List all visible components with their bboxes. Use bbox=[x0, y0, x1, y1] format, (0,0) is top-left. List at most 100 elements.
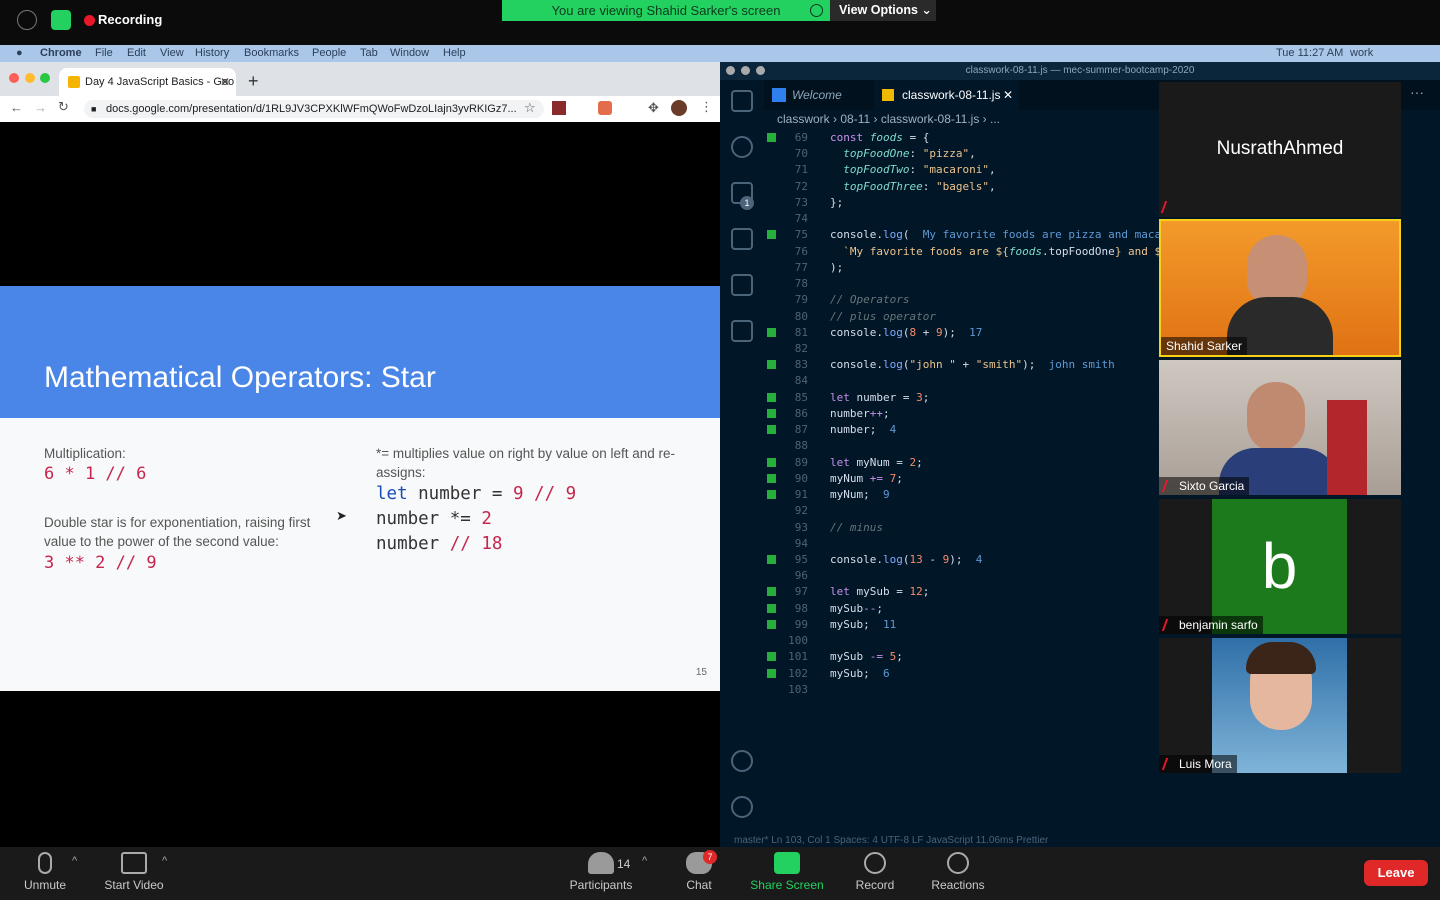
chat-button[interactable]: Chat bbox=[654, 852, 744, 892]
menu-help[interactable]: Help bbox=[443, 45, 466, 62]
tab-welcome[interactable]: Welcome bbox=[764, 80, 864, 110]
maximize-window-icon[interactable] bbox=[40, 73, 50, 83]
code-line[interactable]: 83 console.log("john " + "smith"); john s… bbox=[764, 357, 1224, 373]
code-line[interactable]: 90 myNum += 7; bbox=[764, 471, 1224, 487]
back-icon[interactable]: ← bbox=[10, 100, 23, 115]
participants-button[interactable]: Participants bbox=[556, 852, 646, 892]
participants-chevron-icon[interactable]: ^ bbox=[642, 855, 647, 867]
close-window-icon[interactable] bbox=[9, 73, 19, 83]
code-line[interactable]: 97 let mySub = 12; bbox=[764, 584, 1224, 600]
participant-tile-active-speaker[interactable]: Shahid Sarker bbox=[1159, 219, 1401, 357]
more-actions-icon[interactable]: ··· bbox=[1410, 84, 1424, 100]
code-line[interactable]: 92 bbox=[764, 503, 1224, 519]
code-line[interactable]: 98 mySub--; bbox=[764, 601, 1224, 617]
times-equals-code-3: number // 18 bbox=[376, 534, 503, 554]
new-tab-icon[interactable]: + bbox=[248, 71, 259, 92]
leave-button[interactable]: Leave bbox=[1364, 860, 1428, 886]
menu-edit[interactable]: Edit bbox=[127, 45, 146, 62]
chrome-menu-icon[interactable]: ⋮ bbox=[700, 99, 713, 115]
code-line[interactable]: 80// plus operator bbox=[764, 309, 1224, 325]
participant-tile[interactable]: Sixto Garcia bbox=[1159, 360, 1401, 495]
code-line[interactable]: 99 mySub; 11 bbox=[764, 617, 1224, 633]
close-window-icon[interactable] bbox=[726, 66, 735, 75]
extensions-icon[interactable] bbox=[731, 274, 753, 296]
code-line[interactable]: 101 mySub -= 5; bbox=[764, 649, 1224, 665]
profile-avatar[interactable] bbox=[671, 100, 687, 116]
extension-icon[interactable] bbox=[552, 101, 566, 115]
code-line[interactable]: 95 console.log(13 - 9); 4 bbox=[764, 552, 1224, 568]
code-line[interactable]: 77); bbox=[764, 260, 1224, 276]
code-line[interactable]: 100 bbox=[764, 633, 1224, 649]
code-line[interactable]: 88 bbox=[764, 438, 1224, 454]
code-line[interactable]: 76 `My favorite foods are ${foods.topFoo… bbox=[764, 244, 1224, 260]
menu-history[interactable]: History bbox=[195, 45, 229, 62]
breadcrumb-symbol[interactable]: ... bbox=[990, 112, 1000, 126]
breadcrumb-folder[interactable]: classwork bbox=[777, 112, 830, 126]
code-line[interactable]: 73}; bbox=[764, 195, 1224, 211]
address-bar[interactable]: ■ docs.google.com/presentation/d/1RL9JV3… bbox=[84, 100, 544, 118]
testing-icon[interactable] bbox=[731, 320, 753, 342]
code-line[interactable]: 82 bbox=[764, 341, 1224, 357]
code-line[interactable]: 102 mySub; 6 bbox=[764, 666, 1224, 682]
reactions-button[interactable]: Reactions bbox=[913, 852, 1003, 892]
forward-icon[interactable]: → bbox=[34, 100, 47, 115]
run-debug-icon[interactable] bbox=[731, 228, 753, 250]
bookmark-star-icon[interactable]: ☆ bbox=[524, 100, 536, 116]
breadcrumb-file[interactable]: classwork-08-11.js bbox=[881, 112, 979, 126]
close-tab-icon[interactable]: ✕ bbox=[220, 68, 230, 96]
menubar-user[interactable]: work bbox=[1350, 45, 1373, 62]
menu-tab[interactable]: Tab bbox=[360, 45, 378, 62]
code-line[interactable]: 75 console.log( My favorite foods are piz… bbox=[764, 227, 1224, 243]
video-options-chevron-icon[interactable]: ^ bbox=[162, 855, 167, 867]
extensions-puzzle-icon[interactable]: ✥ bbox=[648, 100, 659, 116]
share-screen-button[interactable]: Share Screen bbox=[742, 852, 832, 892]
search-icon[interactable] bbox=[731, 136, 753, 158]
code-line[interactable]: 79// Operators bbox=[764, 292, 1224, 308]
info-icon[interactable] bbox=[17, 10, 37, 30]
stop-viewing-icon[interactable] bbox=[810, 4, 823, 17]
close-tab-icon[interactable]: ✕ bbox=[1003, 80, 1013, 110]
minimize-window-icon[interactable] bbox=[741, 66, 750, 75]
code-line[interactable]: 96 bbox=[764, 568, 1224, 584]
breadcrumb-subfolder[interactable]: 08-11 bbox=[840, 112, 870, 126]
code-line[interactable]: 69 const foods = { bbox=[764, 130, 1224, 146]
browser-tab[interactable]: Day 4 JavaScript Basics - Goo ✕ bbox=[59, 68, 236, 96]
menu-bookmarks[interactable]: Bookmarks bbox=[244, 45, 299, 62]
apple-icon[interactable]: ● bbox=[16, 45, 23, 62]
code-line[interactable]: 72 topFoodThree: "bagels", bbox=[764, 179, 1224, 195]
code-line[interactable]: 89 let myNum = 2; bbox=[764, 455, 1224, 471]
menu-window[interactable]: Window bbox=[390, 45, 429, 62]
code-line[interactable]: 85 let number = 3; bbox=[764, 390, 1224, 406]
code-line[interactable]: 103 bbox=[764, 682, 1224, 698]
menu-app-name[interactable]: Chrome bbox=[40, 45, 82, 62]
explorer-icon[interactable] bbox=[731, 90, 753, 112]
code-line[interactable]: 71 topFoodTwo: "macaroni", bbox=[764, 162, 1224, 178]
view-options-button[interactable]: View Options ⌄ bbox=[830, 0, 936, 21]
participant-tile[interactable]: b benjamin sarfo bbox=[1159, 499, 1401, 634]
maximize-window-icon[interactable] bbox=[756, 66, 765, 75]
code-line[interactable]: 87 number; 4 bbox=[764, 422, 1224, 438]
participant-tile[interactable]: NusrathAhmed bbox=[1159, 82, 1401, 217]
reload-icon[interactable]: ↻ bbox=[58, 99, 69, 115]
code-line[interactable]: 93// minus bbox=[764, 520, 1224, 536]
code-line[interactable]: 94 bbox=[764, 536, 1224, 552]
tab-classwork-file[interactable]: classwork-08-11.js ✕ bbox=[874, 80, 1019, 110]
menu-view[interactable]: View bbox=[160, 45, 184, 62]
extension-icon[interactable] bbox=[598, 101, 612, 115]
code-line[interactable]: 91 myNum; 9 bbox=[764, 487, 1224, 503]
menu-file[interactable]: File bbox=[95, 45, 113, 62]
minimize-window-icon[interactable] bbox=[25, 73, 35, 83]
code-line[interactable]: 86 number++; bbox=[764, 406, 1224, 422]
code-line[interactable]: 74 bbox=[764, 211, 1224, 227]
code-line[interactable]: 78 bbox=[764, 276, 1224, 292]
account-icon[interactable] bbox=[731, 750, 753, 772]
code-line[interactable]: 81 console.log(8 + 9); 17 bbox=[764, 325, 1224, 341]
participant-tile[interactable]: Luis Mora bbox=[1159, 638, 1401, 773]
record-button[interactable]: Record bbox=[830, 852, 920, 892]
code-line[interactable]: 70 topFoodOne: "pizza", bbox=[764, 146, 1224, 162]
audio-options-chevron-icon[interactable]: ^ bbox=[72, 855, 77, 867]
shield-icon[interactable] bbox=[51, 10, 71, 30]
menu-people[interactable]: People bbox=[312, 45, 346, 62]
settings-gear-icon[interactable] bbox=[731, 796, 753, 818]
code-line[interactable]: 84 bbox=[764, 373, 1224, 389]
